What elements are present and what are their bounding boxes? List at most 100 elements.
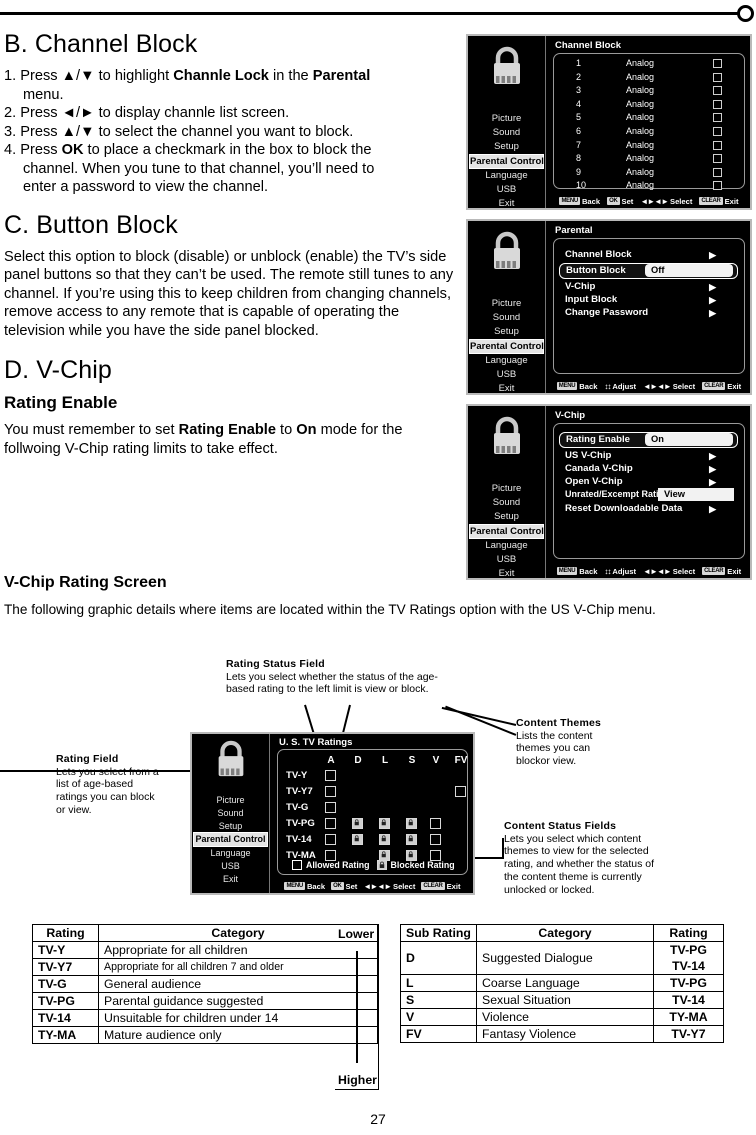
sidebar-item-parental-control[interactable]: Parental Control bbox=[193, 832, 268, 848]
table-row[interactable]: 8 Analog bbox=[554, 153, 744, 167]
sidebar-menu-list-4[interactable]: Picture Sound Setup Parental Control Lan… bbox=[192, 794, 269, 885]
rating-row-label-tv-y7[interactable]: TV-Y7 bbox=[286, 786, 313, 797]
sidebar-item-picture[interactable]: Picture bbox=[468, 112, 545, 126]
sidebar-item-picture[interactable]: Picture bbox=[468, 297, 545, 311]
rating-cell-tv-y-a[interactable] bbox=[325, 770, 336, 781]
channel-block-checkbox[interactable] bbox=[713, 113, 722, 123]
rating-cell-tv-g-a[interactable] bbox=[325, 802, 336, 813]
sidebar-item-parental-control[interactable]: Parental Control bbox=[469, 153, 544, 170]
table-row[interactable]: 9 Analog bbox=[554, 167, 744, 181]
sidebar-item-sound[interactable]: Sound bbox=[468, 496, 545, 510]
sidebar-item-setup[interactable]: Setup bbox=[192, 820, 269, 833]
option-button-block[interactable]: Button Block Off bbox=[559, 263, 738, 279]
option-value[interactable]: On bbox=[645, 433, 733, 446]
rating-cell-tv-14-v[interactable] bbox=[430, 834, 441, 845]
sidebar-item-parental-control[interactable]: Parental Control bbox=[469, 338, 544, 355]
rating-cell-tv-y7-a[interactable] bbox=[325, 786, 336, 797]
table-row[interactable]: 2 Analog bbox=[554, 72, 744, 86]
table-row[interactable]: 10 Analog bbox=[554, 180, 744, 194]
channel-block-checkbox[interactable] bbox=[713, 167, 722, 177]
footer-back[interactable]: MENU Back bbox=[284, 882, 325, 891]
sidebar-item-usb[interactable]: USB bbox=[468, 553, 545, 567]
section-d-body: You must remember to set Rating Enable t… bbox=[4, 421, 456, 458]
rating-row-label-tv-pg[interactable]: TV-PG bbox=[286, 818, 315, 829]
option-value[interactable]: View bbox=[658, 488, 734, 501]
menu-panel: Channel Block 1 Analog 2 Analog 3 Analog 4 A… bbox=[547, 36, 750, 208]
channel-block-checkbox[interactable] bbox=[713, 86, 722, 96]
sidebar-item-language[interactable]: Language bbox=[468, 169, 545, 183]
rating-cell-tv-pg-s[interactable] bbox=[406, 818, 417, 829]
rating-cell-tv-14-a[interactable] bbox=[325, 834, 336, 845]
rating-row-label-tv-y[interactable]: TV-Y bbox=[286, 770, 307, 781]
channel-block-checkbox[interactable] bbox=[713, 127, 722, 136]
table-row[interactable]: 1 Analog bbox=[554, 58, 744, 72]
rating-cell-tv-y7-fv[interactable] bbox=[455, 786, 466, 797]
sidebar-item-language[interactable]: Language bbox=[468, 354, 545, 368]
rating-cell-tv-pg-l[interactable] bbox=[379, 818, 390, 829]
sidebar-item-sound[interactable]: Sound bbox=[468, 126, 545, 140]
footer-set[interactable]: OK Set bbox=[331, 882, 357, 891]
sidebar-item-setup[interactable]: Setup bbox=[468, 325, 545, 339]
rating-cell-tv-pg-a[interactable] bbox=[325, 818, 336, 829]
sidebar-item-exit[interactable]: Exit bbox=[468, 197, 545, 211]
footer-select[interactable]: ◄►◄► Select bbox=[363, 882, 415, 891]
channel-block-checkbox[interactable] bbox=[713, 99, 722, 109]
option-channel-block[interactable]: Channel Block ▶ bbox=[559, 248, 738, 263]
footer-exit[interactable]: CLEAR Exit bbox=[699, 197, 739, 206]
sidebar-item-usb[interactable]: USB bbox=[468, 368, 545, 382]
rating-cell-tv-pg-d[interactable] bbox=[352, 818, 363, 829]
sidebar-item-sound[interactable]: Sound bbox=[192, 807, 269, 820]
footer-back[interactable]: MENU Back bbox=[559, 197, 600, 206]
sidebar-item-exit[interactable]: Exit bbox=[192, 873, 269, 886]
channel-block-checkbox[interactable] bbox=[713, 72, 722, 82]
sidebar-item-setup[interactable]: Setup bbox=[468, 140, 545, 154]
sidebar-menu-list-2[interactable]: Picture Sound Setup Parental Control Lan… bbox=[468, 297, 545, 396]
footer-select[interactable]: ◄►◄► Select bbox=[640, 197, 692, 206]
footer-exit[interactable]: CLEAR Exit bbox=[702, 382, 741, 391]
sidebar-item-exit[interactable]: Exit bbox=[468, 382, 545, 396]
footer-back[interactable]: MENU Back bbox=[556, 382, 597, 391]
menu-panel: Parental Channel Block ▶ Button Block Off … bbox=[547, 221, 750, 393]
scale-high-label: Higher bbox=[338, 1073, 377, 1087]
table-row[interactable]: 4 Analog bbox=[554, 99, 744, 113]
rating-row-label-tv-14[interactable]: TV-14 bbox=[286, 834, 312, 845]
sidebar-item-exit[interactable]: Exit bbox=[468, 567, 545, 581]
footer-set[interactable]: OK Set bbox=[607, 197, 633, 206]
sidebar-item-usb[interactable]: USB bbox=[468, 183, 545, 197]
channel-block-checkbox[interactable] bbox=[713, 140, 722, 150]
sidebar-item-sound[interactable]: Sound bbox=[468, 311, 545, 325]
footer-back[interactable]: MENU Back bbox=[556, 567, 597, 576]
footer-exit[interactable]: CLEAR Exit bbox=[421, 882, 461, 891]
sidebar-item-parental-control[interactable]: Parental Control bbox=[469, 523, 544, 540]
sidebar-item-usb[interactable]: USB bbox=[192, 860, 269, 873]
option-change-password[interactable]: Change Password ▶ bbox=[559, 306, 738, 321]
channel-block-checkbox[interactable] bbox=[713, 59, 722, 68]
sidebar-menu-list-1[interactable]: Picture Sound Setup Parental Control Lan… bbox=[468, 112, 545, 211]
sidebar-menu-list-3[interactable]: Picture Sound Setup Parental Control Lan… bbox=[468, 482, 545, 581]
footer-adjust[interactable]: ↕↕ Adjust bbox=[604, 382, 636, 391]
channel-block-checkbox[interactable] bbox=[713, 181, 722, 191]
sidebar-item-language[interactable]: Language bbox=[192, 847, 269, 860]
table-row[interactable]: 5 Analog bbox=[554, 112, 744, 126]
footer-select[interactable]: ◄►◄► Select bbox=[643, 382, 695, 391]
sidebar-item-picture[interactable]: Picture bbox=[468, 482, 545, 496]
channel-block-checkbox[interactable] bbox=[713, 154, 722, 164]
rating-cell-tv-14-d[interactable] bbox=[352, 834, 363, 845]
option-value[interactable]: Off bbox=[645, 264, 733, 277]
option-reset-downloadable-data[interactable]: Reset Downloadable Data ▶ bbox=[559, 502, 738, 517]
sidebar-item-picture[interactable]: Picture bbox=[192, 794, 269, 807]
option-unrated-exempt-ratings[interactable]: Unrated/Excempt Ratings View bbox=[559, 488, 738, 503]
rating-cell-tv-pg-v[interactable] bbox=[430, 818, 441, 829]
table-row[interactable]: 7 Analog bbox=[554, 140, 744, 154]
option-rating-enable[interactable]: Rating Enable On bbox=[559, 432, 738, 448]
footer-exit[interactable]: CLEAR Exit bbox=[702, 567, 741, 576]
table-row[interactable]: 3 Analog bbox=[554, 85, 744, 99]
sidebar-item-setup[interactable]: Setup bbox=[468, 510, 545, 524]
rating-cell-tv-14-l[interactable] bbox=[379, 834, 390, 845]
sidebar-item-language[interactable]: Language bbox=[468, 539, 545, 553]
footer-adjust[interactable]: ↕↕ Adjust bbox=[604, 567, 636, 576]
rating-cell-tv-14-s[interactable] bbox=[406, 834, 417, 845]
table-row[interactable]: 6 Analog bbox=[554, 126, 744, 140]
footer-select[interactable]: ◄►◄► Select bbox=[643, 567, 695, 576]
rating-row-label-tv-g[interactable]: TV-G bbox=[286, 802, 308, 813]
